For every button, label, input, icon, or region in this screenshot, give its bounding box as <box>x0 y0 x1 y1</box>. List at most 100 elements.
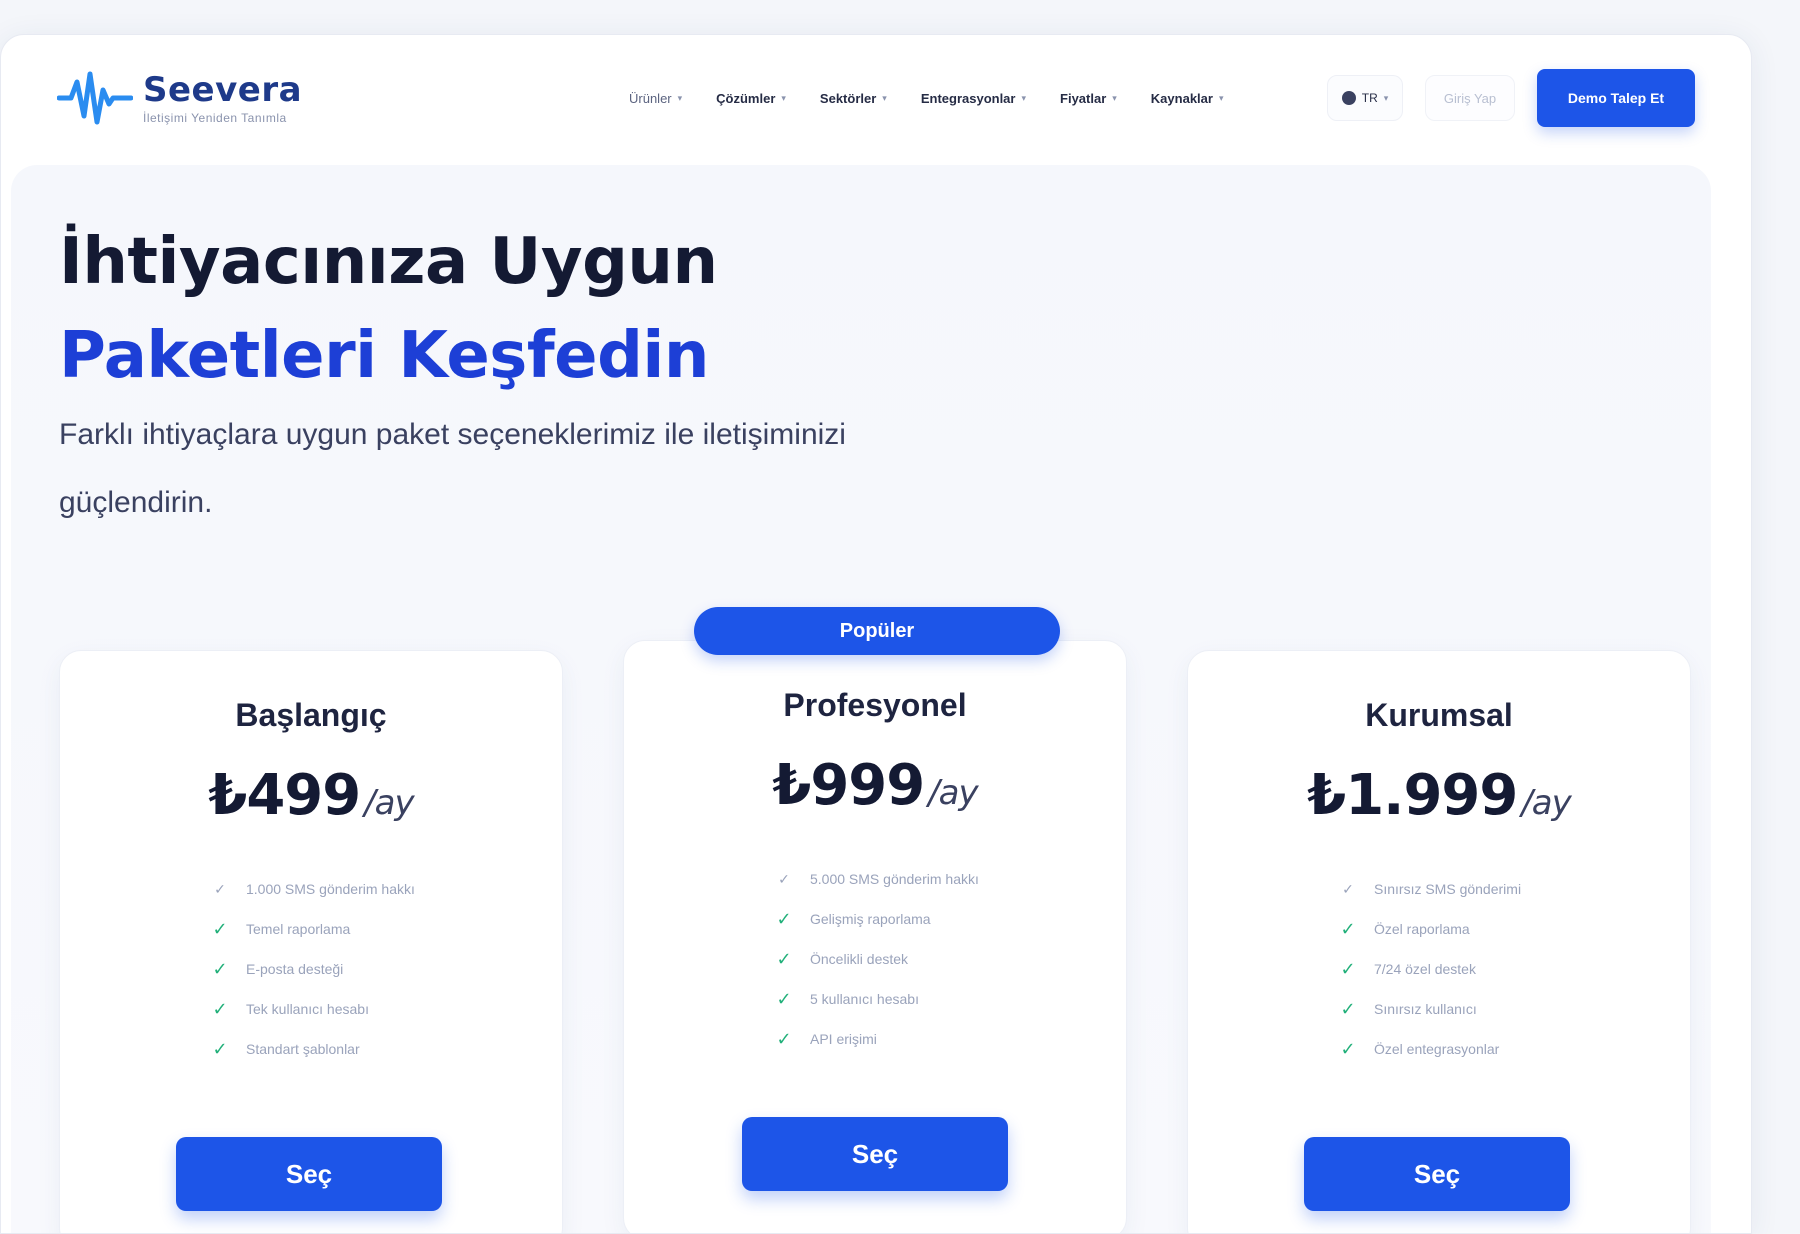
brand-tagline: İletişimi Yeniden Tanımla <box>143 111 287 125</box>
feature-text: 5.000 SMS gönderim hakkı <box>810 871 979 887</box>
feature-text: Sınırsız kullanıcı <box>1374 1001 1477 1017</box>
check-icon: ✓ <box>1340 1038 1356 1059</box>
pricing-plans: Başlangıç ₺499/ay ✓ 1.000 SMS gönderim hakk… <box>59 607 1709 1233</box>
site-header: Seevera İletişimi Yeniden Tanımla Ürünle… <box>1 35 1751 161</box>
header-actions: TR ▾ Giriş Yap Demo Talep Et <box>1327 69 1695 127</box>
check-icon: ✓ <box>778 870 790 887</box>
language-selector[interactable]: TR ▾ <box>1327 75 1403 121</box>
nav-item-label: Entegrasyonlar <box>920 90 1016 106</box>
select-plan-button[interactable]: Seç <box>742 1117 1008 1191</box>
check-icon: ✓ <box>776 908 792 929</box>
chevron-down-icon: ▾ <box>882 92 887 103</box>
feature-text: Öncelikli destek <box>810 951 909 967</box>
plan-name: Profesyonel <box>783 687 967 723</box>
popular-badge: Popüler <box>694 607 1060 655</box>
main-nav: Ürünler ▾ Çözümler ▾ Sektörler ▾ Entegrasyonla… <box>629 91 1223 106</box>
chevron-down-icon: ▾ <box>781 92 786 103</box>
feature-text: 5 kullanıcı hesabı <box>810 991 919 1007</box>
nav-item-label: Sektörler <box>819 90 877 106</box>
check-icon: ✓ <box>212 958 228 979</box>
feature-text: Sınırsız SMS gönderimi <box>1374 881 1522 897</box>
chevron-down-icon: ▾ <box>1383 92 1389 103</box>
feature-text: Standart şablonlar <box>246 1041 360 1057</box>
feature-item: ✓ 1.000 SMS gönderim hakkı <box>210 869 415 909</box>
price-period: /ay <box>1521 783 1571 823</box>
nav-item[interactable]: Fiyatlar ▾ <box>1060 91 1117 106</box>
chevron-down-icon: ▾ <box>1218 92 1224 103</box>
feature-text: 7/24 özel destek <box>1374 961 1476 977</box>
plan-card: Popüler Profesyonel ₺999/ay ✓ 5.000 SMS gönd… <box>623 607 1127 1233</box>
feature-item: ✓ Standart şablonlar <box>210 1029 415 1069</box>
plan-card: Kurumsal ₺1.999/ay ✓ Sınırsız SMS gönderimi… <box>1187 650 1691 1233</box>
title-line-2: Paketleri Keşfedin <box>59 319 709 393</box>
app-window: Seevera İletişimi Yeniden Tanımla Ürünle… <box>0 34 1752 1234</box>
feature-item: ✓ Öncelikli destek <box>774 939 979 979</box>
hero-section: İhtiyacınıza Uygun Paketleri Keşfedin Fa… <box>11 165 1711 1233</box>
feature-text: Temel raporlama <box>246 921 351 937</box>
price-amount: ₺499 <box>208 763 361 828</box>
check-icon: ✓ <box>776 1028 792 1049</box>
chevron-down-icon: ▾ <box>1112 92 1117 103</box>
nav-item[interactable]: Ürünler ▾ <box>629 91 682 106</box>
feature-text: Özel entegrasyonlar <box>1374 1041 1500 1057</box>
plan-price: ₺499/ay <box>60 763 562 828</box>
feature-item: ✓ Özel entegrasyonlar <box>1338 1029 1521 1069</box>
nav-item-label: Ürünler <box>629 90 672 106</box>
nav-item[interactable]: Kaynaklar ▾ <box>1151 91 1224 106</box>
feature-text: API erişimi <box>810 1031 877 1047</box>
feature-item: ✓ E-posta desteği <box>210 949 415 989</box>
feature-item: ✓ 5 kullanıcı hesabı <box>774 979 979 1019</box>
plan-price: ₺1.999/ay <box>1188 763 1690 828</box>
feature-item: ✓ Gelişmiş raporlama <box>774 899 979 939</box>
page-title: İhtiyacınıza Uygun Paketleri Keşfedin <box>59 215 718 403</box>
feature-item: ✓ Temel raporlama <box>210 909 415 949</box>
feature-item: ✓ Sınırsız kullanıcı <box>1338 989 1521 1029</box>
login-button[interactable]: Giriş Yap <box>1425 75 1515 121</box>
globe-icon <box>1341 91 1356 105</box>
demo-request-button[interactable]: Demo Talep Et <box>1537 69 1695 127</box>
feature-item: ✓ Sınırsız SMS gönderimi <box>1338 869 1521 909</box>
check-icon: ✓ <box>776 948 792 969</box>
nav-item[interactable]: Entegrasyonlar ▾ <box>921 91 1026 106</box>
price-period: /ay <box>928 773 978 813</box>
plan-card: Başlangıç ₺499/ay ✓ 1.000 SMS gönderim hakk… <box>59 650 563 1233</box>
check-icon: ✓ <box>1340 998 1356 1019</box>
hero-subtitle: Farklı ihtiyaçlara uygun paket seçenekle… <box>59 418 846 519</box>
title-line-1: İhtiyacınıza Uygun <box>59 225 718 299</box>
price-period: /ay <box>364 783 414 823</box>
nav-item-label: Fiyatlar <box>1060 90 1107 106</box>
brand-text: Seevera İletişimi Yeniden Tanımla <box>143 71 302 125</box>
plan-name: Başlangıç <box>235 697 387 733</box>
feature-item: ✓ Özel raporlama <box>1338 909 1521 949</box>
check-icon: ✓ <box>1342 880 1354 897</box>
feature-text: Gelişmiş raporlama <box>810 911 931 927</box>
nav-item[interactable]: Çözümler ▾ <box>716 91 786 106</box>
feature-item: ✓ Tek kullanıcı hesabı <box>210 989 415 1029</box>
feature-list: ✓ 1.000 SMS gönderim hakkı ✓ Temel raporlam… <box>210 869 415 1069</box>
check-icon: ✓ <box>212 918 228 939</box>
feature-list: ✓ Sınırsız SMS gönderimi ✓ Özel raporlama ✓ 7… <box>1338 869 1521 1069</box>
feature-item: ✓ 5.000 SMS gönderim hakkı <box>774 859 979 899</box>
plan-price: ₺999/ay <box>624 753 1126 818</box>
sound-wave-icon <box>57 71 133 125</box>
feature-text: Özel raporlama <box>1374 921 1470 937</box>
feature-text: 1.000 SMS gönderim hakkı <box>246 881 415 897</box>
feature-text: Tek kullanıcı hesabı <box>246 1001 369 1017</box>
feature-text: E-posta desteği <box>246 961 344 977</box>
brand[interactable]: Seevera İletişimi Yeniden Tanımla <box>57 68 577 128</box>
check-icon: ✓ <box>776 988 792 1009</box>
check-icon: ✓ <box>1340 958 1356 979</box>
plan-name: Kurumsal <box>1365 697 1513 733</box>
feature-item: ✓ 7/24 özel destek <box>1338 949 1521 989</box>
price-amount: ₺999 <box>772 753 925 818</box>
check-icon: ✓ <box>214 880 226 897</box>
feature-list: ✓ 5.000 SMS gönderim hakkı ✓ Gelişmiş rapor… <box>774 859 979 1059</box>
check-icon: ✓ <box>212 1038 228 1059</box>
price-amount: ₺1.999 <box>1307 763 1518 828</box>
chevron-down-icon: ▾ <box>677 92 683 103</box>
feature-item: ✓ API erişimi <box>774 1019 979 1059</box>
nav-item-label: Kaynaklar <box>1150 90 1213 106</box>
nav-item[interactable]: Sektörler ▾ <box>820 91 887 106</box>
brand-name: Seevera <box>143 70 303 110</box>
nav-item-label: Çözümler <box>716 90 776 106</box>
